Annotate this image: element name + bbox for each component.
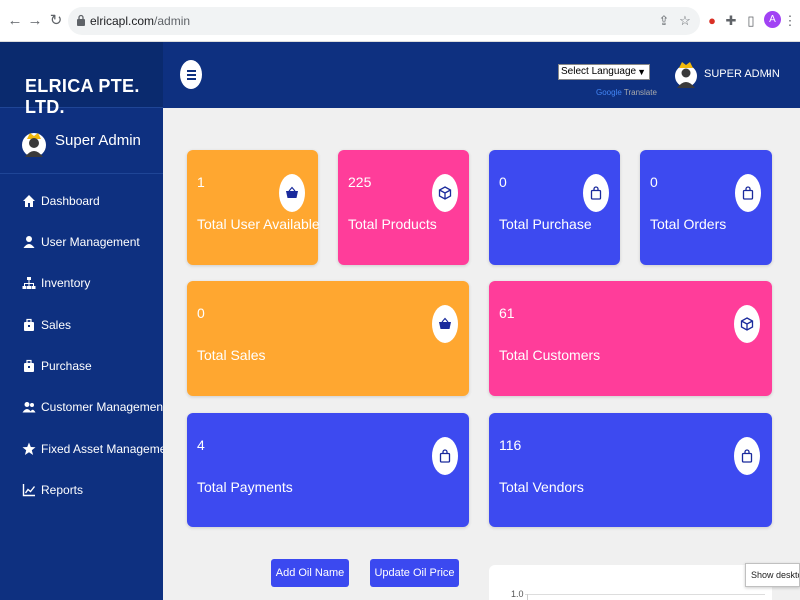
puzzle-icon[interactable]: ✚ [722, 12, 740, 30]
sidebar-item-label: Customer Management [41, 400, 167, 414]
stat-value: 0 [650, 174, 658, 190]
sidebar: ELRICA PTE. LTD. Super Admin Dashboard U… [0, 42, 176, 600]
star-icon [22, 442, 36, 455]
stat-label: Total Customers [499, 347, 601, 363]
stat-label: Total Products [348, 216, 437, 232]
lock-icon [77, 14, 85, 26]
sidebar-item-label: User Management [41, 235, 140, 249]
stat-card-total-orders[interactable]: 0 Total Orders [640, 150, 772, 265]
extension-icon[interactable]: ● [703, 12, 721, 30]
stat-value: 1 [197, 174, 205, 190]
profile-avatar[interactable]: A [764, 11, 781, 28]
language-select[interactable]: Select Language ▼ [558, 64, 650, 80]
stat-card-total-payments[interactable]: 4 Total Payments [187, 413, 469, 527]
google-translate-label: Google Translate [596, 88, 657, 97]
sidebar-item-dashboard[interactable]: Dashboard [0, 186, 163, 218]
stat-card-total-products[interactable]: 225 Total Products [338, 150, 469, 265]
chart-y-tick: 1.0 [511, 589, 524, 599]
chevron-down-icon: ▼ [637, 67, 646, 77]
stat-card-total-purchase[interactable]: 0 Total Purchase [489, 150, 620, 265]
users-icon [22, 402, 36, 413]
add-oil-name-button[interactable]: Add Oil Name [271, 559, 349, 587]
stat-value: 4 [197, 437, 205, 453]
stat-label: Total Payments [197, 479, 293, 495]
sidebar-item-label: Sales [41, 318, 72, 332]
chart-y-axis [527, 594, 528, 600]
sidebar-item-inventory[interactable]: Inventory [0, 268, 163, 300]
stat-value: 0 [197, 305, 205, 321]
menu-toggle-button[interactable] [180, 60, 202, 89]
stat-card-total-sales[interactable]: 0 Total Sales [187, 281, 469, 396]
stat-label: Total User Available [197, 216, 320, 232]
shopping-bag-icon [734, 437, 760, 475]
basket-icon [279, 174, 305, 212]
browser-toolbar: ← → ↻ elricapl.com/admin ⇪ ☆ ● ✚ ▯ A ⋮ [0, 0, 800, 42]
stat-value: 0 [499, 174, 507, 190]
stat-card-total-customers[interactable]: 61 Total Customers [489, 281, 772, 396]
sidebar-item-fixed-asset-management[interactable]: Fixed Asset Management [0, 434, 176, 466]
sidebar-item-label: Purchase [41, 359, 92, 373]
reload-icon[interactable]: ↻ [46, 11, 66, 31]
chart-gridline [525, 594, 765, 595]
bookmark-star-icon[interactable]: ☆ [677, 13, 693, 29]
stat-label: Total Sales [197, 347, 266, 363]
back-icon[interactable]: ← [5, 11, 25, 31]
sidebar-item-label: Dashboard [41, 194, 100, 208]
shopping-bag-icon [735, 174, 761, 212]
sidebar-item-customer-management[interactable]: Customer Management [0, 392, 167, 424]
stat-label: Total Orders [650, 216, 727, 232]
user-avatar[interactable] [22, 127, 46, 159]
top-header: Select Language ▼ Google Translate SUPER … [163, 42, 800, 108]
update-oil-price-button[interactable]: Update Oil Price [370, 559, 459, 587]
shopping-bag-icon [432, 437, 458, 475]
forward-icon[interactable]: → [25, 11, 45, 31]
chevron-down-icon[interactable]: ⌄ [765, 67, 773, 78]
kebab-menu-icon[interactable]: ⋮ [781, 12, 799, 30]
sidebar-item-label: Inventory [41, 276, 91, 290]
sidebar-item-label: Reports [41, 483, 84, 497]
side-panel-icon[interactable]: ▯ [742, 12, 760, 30]
cube-icon [734, 305, 760, 343]
sidebar-item-user-management[interactable]: User Management [0, 227, 163, 259]
chart-panel: 1.0 [489, 565, 772, 600]
address-bar[interactable]: elricapl.com/admin ⇪ ☆ [68, 7, 700, 35]
sidebar-item-sales[interactable]: Sales [0, 310, 163, 342]
briefcase-icon [24, 359, 34, 372]
stat-value: 225 [348, 174, 372, 190]
admin-avatar[interactable] [675, 56, 697, 90]
stat-card-total-vendors[interactable]: 116 Total Vendors [489, 413, 772, 527]
sidebar-item-label: Fixed Asset Management [41, 442, 177, 456]
url-text: elricapl.com/admin [90, 14, 191, 28]
chart-line-icon [22, 484, 36, 497]
dashboard-content: 1 Total User Available 225 Total Product… [163, 108, 800, 600]
show-desktop-tooltip: Show desktop [745, 563, 800, 587]
briefcase-icon [24, 318, 34, 331]
sidebar-item-reports[interactable]: Reports [0, 475, 163, 507]
sidebar-user-name[interactable]: Super Admin [55, 132, 141, 149]
home-icon [23, 195, 35, 207]
brand-header: ELRICA PTE. LTD. [0, 42, 163, 117]
sitemap-icon [22, 277, 36, 289]
basket-icon [432, 305, 458, 343]
stat-value: 116 [499, 437, 522, 453]
stat-card-total-user-available[interactable]: 1 Total User Available [187, 150, 320, 265]
share-icon[interactable]: ⇪ [656, 13, 672, 29]
cube-icon [432, 174, 458, 212]
stat-label: Total Purchase [499, 216, 592, 232]
stat-value: 61 [499, 305, 515, 321]
sidebar-item-purchase[interactable]: Purchase [0, 351, 163, 383]
stat-label: Total Vendors [499, 479, 584, 495]
shopping-bag-icon [583, 174, 609, 212]
user-icon [23, 236, 35, 248]
sidebar-user: Super Admin [0, 108, 163, 174]
